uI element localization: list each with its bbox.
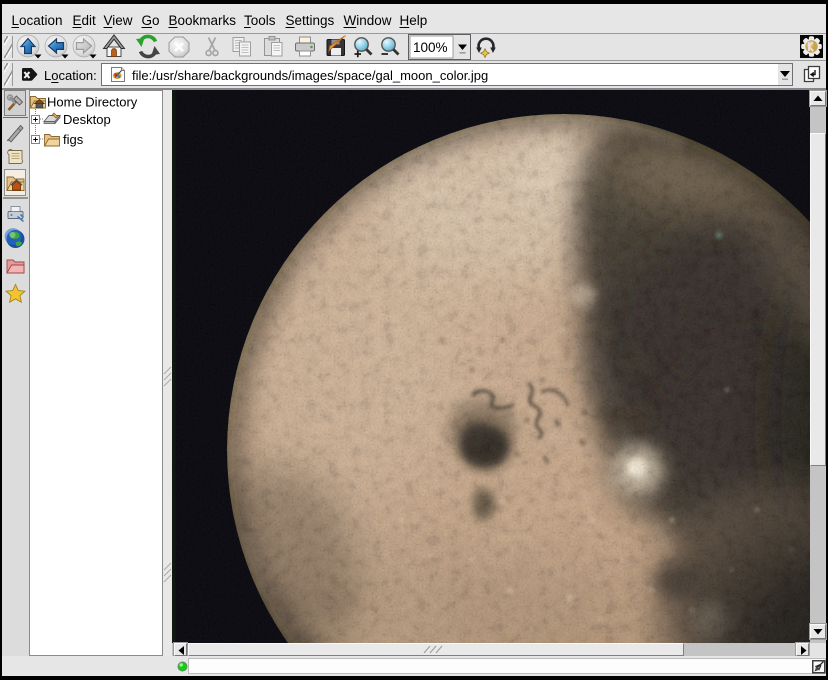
svg-text:Desktop: Desktop bbox=[63, 112, 111, 127]
svg-text:figs: figs bbox=[63, 132, 84, 147]
svg-text:Home Directory: Home Directory bbox=[47, 95, 138, 110]
